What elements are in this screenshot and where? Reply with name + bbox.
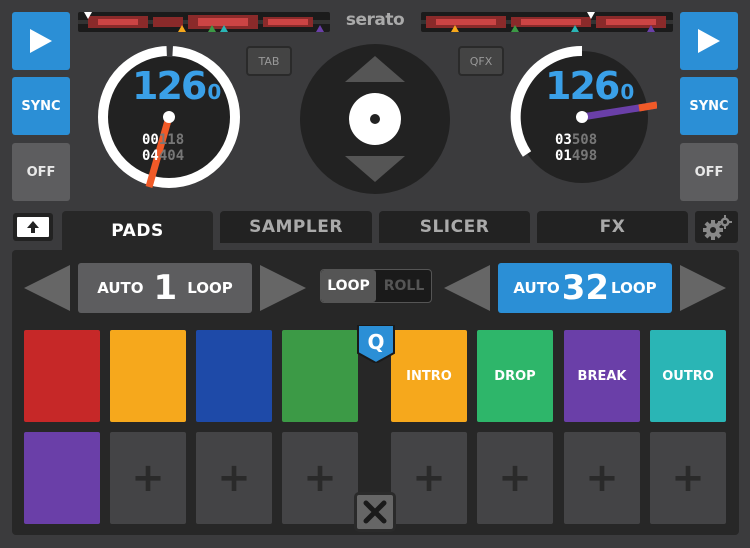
settings-button[interactable]	[695, 211, 738, 243]
add-cue-icon: +	[303, 455, 337, 501]
right-pad-4[interactable]: OUTRO	[650, 330, 726, 422]
pad-label: OUTRO	[662, 368, 714, 384]
pad-label: INTRO	[406, 368, 452, 384]
add-cue-icon: +	[217, 455, 251, 501]
left-pad-4[interactable]	[282, 330, 358, 422]
deck-left-platter[interactable]: 126 0 00118 04404	[94, 42, 244, 192]
bpm-display-left: 126 0	[132, 64, 222, 108]
add-cue-icon: +	[498, 455, 532, 501]
serato-logo: serato	[345, 10, 405, 30]
loop-left-decrease[interactable]	[22, 263, 72, 313]
scroll-down-arrow[interactable]	[345, 156, 405, 182]
quantize-button[interactable]: Q	[356, 324, 396, 365]
pad-label: DROP	[494, 368, 536, 384]
tab-button[interactable]: TAB	[246, 46, 292, 76]
loop-left-increase[interactable]	[258, 263, 308, 313]
loop-right-decrease[interactable]	[442, 263, 492, 313]
add-cue-icon: +	[131, 455, 165, 501]
play-icon	[698, 29, 720, 53]
bpm-display-right: 126 0	[545, 64, 635, 108]
left-pad-1[interactable]	[24, 330, 100, 422]
clear-button[interactable]	[354, 492, 396, 532]
right-pad-7[interactable]: +	[564, 432, 640, 524]
left-pad-2[interactable]	[110, 330, 186, 422]
loop-mode[interactable]: LOOP	[321, 270, 376, 302]
waveform-left[interactable]	[78, 12, 330, 32]
upload-icon	[17, 217, 49, 237]
add-cue-icon: +	[671, 455, 705, 501]
sync-button-left[interactable]: SYNC	[12, 77, 70, 135]
qfx-button[interactable]: QFX	[458, 46, 504, 76]
close-icon	[363, 500, 387, 524]
off-button-left[interactable]: OFF	[12, 143, 70, 201]
upload-button[interactable]	[13, 213, 53, 241]
tab-sampler[interactable]: SAMPLER	[220, 211, 372, 243]
right-pad-6[interactable]: +	[477, 432, 553, 524]
off-button-right[interactable]: OFF	[680, 143, 738, 201]
roll-mode[interactable]: ROLL	[377, 270, 431, 302]
play-button-left[interactable]	[12, 12, 70, 70]
right-pad-2[interactable]: DROP	[477, 330, 553, 422]
auto-loop-left[interactable]: AUTO 1 LOOP	[78, 263, 252, 313]
waveform-right[interactable]	[421, 12, 673, 32]
tab-pads[interactable]: PADS	[62, 211, 213, 251]
time-display-right: 03508 01498	[555, 132, 598, 164]
left-pad-6[interactable]: +	[110, 432, 186, 524]
deck-right-platter[interactable]: 126 0 03508 01498	[507, 42, 657, 192]
add-cue-icon: +	[585, 455, 619, 501]
left-pad-3[interactable]	[196, 330, 272, 422]
left-pad-7[interactable]: +	[196, 432, 272, 524]
gear-icon	[702, 215, 732, 240]
loop-roll-toggle[interactable]: LOOP ROLL	[320, 269, 432, 303]
play-icon	[30, 29, 52, 53]
tab-slicer[interactable]: SLICER	[379, 211, 530, 243]
load-track-button[interactable]	[348, 92, 402, 146]
right-pad-3[interactable]: BREAK	[564, 330, 640, 422]
svg-text:Q: Q	[367, 330, 384, 354]
loop-right-increase[interactable]	[678, 263, 728, 313]
left-pad-5[interactable]	[24, 432, 100, 524]
right-pad-5[interactable]: +	[391, 432, 467, 524]
sync-button-right[interactable]: SYNC	[680, 77, 738, 135]
time-display-left: 00118 04404	[142, 132, 185, 164]
pad-label: BREAK	[577, 368, 627, 384]
left-pad-8[interactable]: +	[282, 432, 358, 524]
right-pad-1[interactable]: INTRO	[391, 330, 467, 422]
auto-loop-right[interactable]: AUTO 32 LOOP	[498, 263, 672, 313]
tab-fx[interactable]: FX	[537, 211, 688, 243]
scroll-up-arrow[interactable]	[345, 56, 405, 82]
add-cue-icon: +	[412, 455, 446, 501]
right-pad-8[interactable]: +	[650, 432, 726, 524]
play-button-right[interactable]	[680, 12, 738, 70]
